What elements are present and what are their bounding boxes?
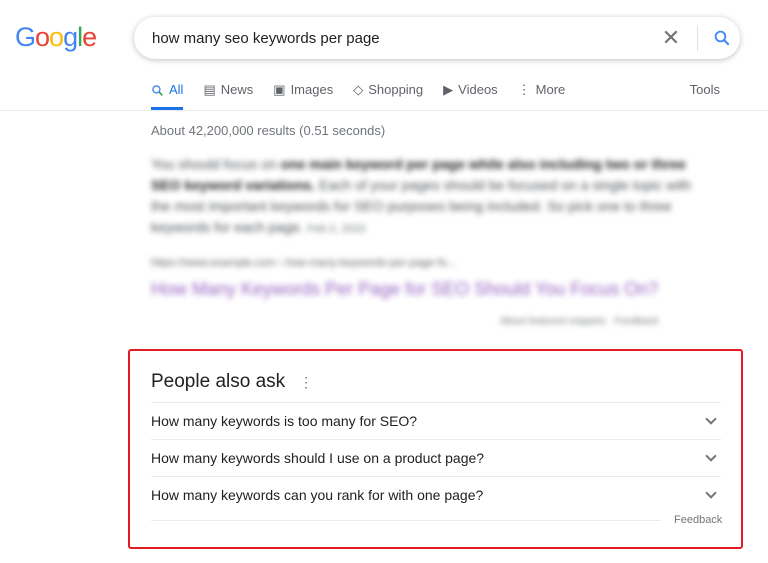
search-tabs: All ▤ News ▣ Images ◇ Shopping ▶ Videos ⋮ Mor… bbox=[151, 82, 720, 110]
search-button[interactable] bbox=[704, 29, 740, 47]
tab-videos[interactable]: ▶ Videos bbox=[443, 82, 498, 110]
search-input[interactable] bbox=[152, 29, 651, 47]
more-vert-icon: ⋮ bbox=[517, 82, 531, 97]
divider bbox=[151, 520, 661, 521]
divider bbox=[0, 110, 768, 111]
paa-question[interactable]: How many keywords can you rank for with … bbox=[151, 476, 721, 513]
result-stats: About 42,200,000 results (0.51 seconds) bbox=[151, 123, 386, 138]
chevron-down-icon bbox=[705, 413, 717, 425]
tab-images[interactable]: ▣ Images bbox=[273, 82, 333, 110]
play-icon: ▶ bbox=[443, 82, 454, 97]
snippet-footer: About featured snippets · Feedback bbox=[500, 316, 659, 327]
paa-question[interactable]: How many keywords is too many for SEO? bbox=[151, 402, 721, 439]
newspaper-icon: ▤ bbox=[203, 82, 216, 97]
paa-question[interactable]: How many keywords should I use on a prod… bbox=[151, 439, 721, 476]
search-box: ✕ bbox=[134, 17, 740, 59]
tab-all[interactable]: All bbox=[151, 82, 184, 110]
chevron-down-icon bbox=[705, 487, 717, 499]
people-also-ask-heading: People also ask ⋮ bbox=[151, 371, 314, 392]
divider bbox=[697, 25, 698, 51]
chevron-down-icon bbox=[705, 450, 717, 462]
tab-news[interactable]: ▤ News bbox=[203, 82, 253, 110]
search-icon bbox=[152, 85, 163, 96]
close-icon[interactable]: ✕ bbox=[651, 25, 691, 51]
featured-snippet-text: You should focus on one main keyword per… bbox=[151, 156, 692, 235]
result-url[interactable]: https://www.example.com › how-many-keywo… bbox=[151, 257, 456, 269]
google-logo[interactable]: Google bbox=[15, 22, 97, 53]
tools-button[interactable]: Tools bbox=[690, 82, 720, 110]
tag-icon: ◇ bbox=[353, 82, 364, 97]
feedback-link[interactable]: Feedback bbox=[674, 514, 722, 526]
image-icon: ▣ bbox=[273, 82, 286, 97]
result-title-link[interactable]: How Many Keywords Per Page for SEO Shoul… bbox=[151, 279, 658, 300]
more-vert-icon[interactable]: ⋮ bbox=[299, 374, 313, 391]
search-icon bbox=[714, 30, 730, 46]
tab-shopping[interactable]: ◇ Shopping bbox=[353, 82, 423, 110]
tab-more[interactable]: ⋮ More bbox=[518, 82, 566, 110]
